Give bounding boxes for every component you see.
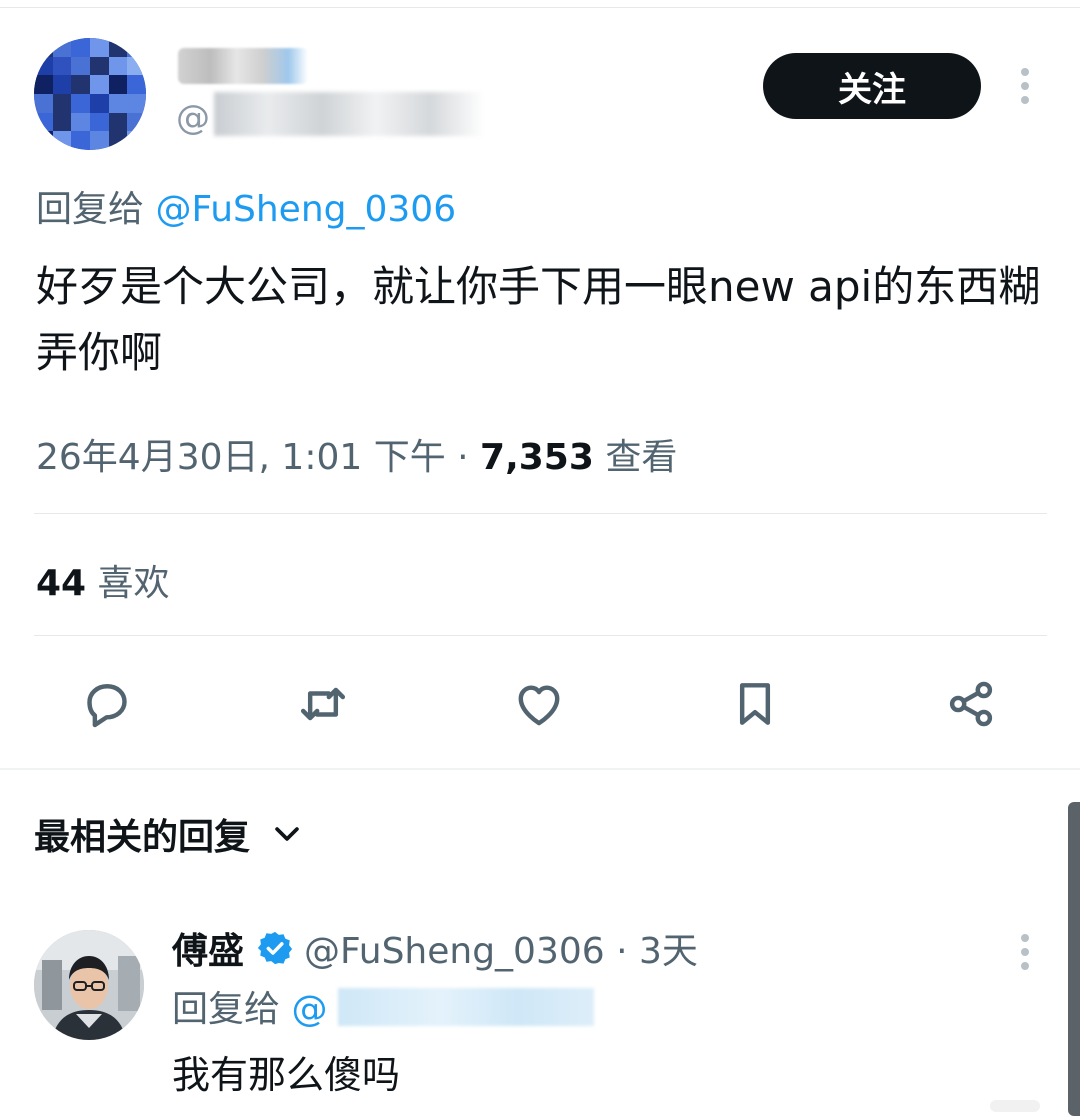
avatar-pixel: [52, 56, 72, 76]
avatar-pixel: [71, 112, 91, 132]
tweet-meta: 26年4月30日, 1:01 下午 · 7,353 查看: [36, 428, 677, 480]
avatar-pixel: [127, 75, 146, 95]
avatar-pixel: [90, 131, 109, 150]
replies-sort-label: 最相关的回复: [34, 817, 251, 858]
reply-icon: [87, 684, 127, 728]
views-label: 查看: [593, 437, 678, 478]
reply-replying-to-label: 回复给: [172, 989, 292, 1030]
bookmark-button[interactable]: [725, 674, 785, 734]
avatar-pixel: [108, 56, 128, 76]
scrollbar[interactable]: [1068, 802, 1080, 1116]
avatar-pixel: [34, 75, 53, 95]
avatar-pixel: [52, 75, 72, 95]
share-button[interactable]: [941, 674, 1001, 734]
avatar-pixel: [108, 38, 128, 57]
avatar-pixel: [34, 38, 53, 57]
avatar-pixel: [71, 38, 91, 57]
divider: [34, 513, 1047, 514]
avatar-pixel: [34, 131, 53, 150]
avatar-pixel: [90, 112, 109, 132]
author-handle-redacted: [214, 92, 484, 136]
like-button[interactable]: [509, 674, 569, 734]
reply-more-options-icon[interactable]: [1010, 932, 1040, 972]
author-avatar[interactable]: [34, 38, 146, 150]
retweet-button[interactable]: [293, 674, 353, 734]
chevron-down-icon: [275, 827, 299, 841]
reply-author-avatar[interactable]: [34, 930, 144, 1040]
likes-label: 喜欢: [86, 563, 170, 604]
reply-replying-to-at[interactable]: @: [291, 989, 327, 1030]
avatar-pixel: [108, 75, 128, 95]
reply-mention-redacted[interactable]: [338, 988, 594, 1026]
avatar-pixel: [34, 94, 53, 113]
more-options-icon[interactable]: [1010, 66, 1040, 106]
avatar-pixel: [90, 94, 109, 113]
avatar-pixel: [127, 94, 146, 113]
verified-badge-icon[interactable]: [256, 929, 294, 967]
tweet-timestamp[interactable]: 26年4月30日, 1:01 下午 ·: [36, 437, 480, 478]
avatar-pixel: [90, 38, 109, 57]
avatar-pixel: [71, 56, 91, 76]
reply-button[interactable]: [77, 674, 137, 734]
tweet-text: 好歹是个大公司，就让你手下用一眼new api的东西糊弄你啊: [36, 262, 1041, 377]
avatar-pixel: [127, 56, 146, 76]
top-divider: [0, 7, 1080, 8]
reply-replying-to: 回复给 @: [172, 980, 327, 1032]
avatar-pixel: [71, 94, 91, 113]
author-name-redacted[interactable]: [178, 48, 308, 84]
share-icon: [949, 681, 993, 727]
heart-icon: [518, 685, 560, 726]
avatar-pixel: [71, 75, 91, 95]
views-count: 7,353: [480, 437, 594, 478]
avatar-pixel: [90, 75, 109, 95]
avatar-pixel: [71, 131, 91, 150]
avatar-pixel: [108, 94, 128, 113]
avatar-pixel: [52, 38, 72, 57]
retweet-icon: [300, 687, 346, 721]
replying-to-label: 回复给: [36, 189, 156, 230]
avatar-pixel: [52, 112, 72, 132]
avatar-pixel: [52, 94, 72, 113]
avatar-pixel: [127, 112, 146, 132]
avatar-pixel: [34, 56, 53, 76]
avatar-pixel: [52, 131, 72, 150]
avatar-pixel: [108, 112, 128, 132]
watermark: [990, 1100, 1040, 1112]
divider: [34, 635, 1047, 636]
reply-handle-time[interactable]: @FuSheng_0306 · 3天: [304, 922, 698, 974]
replying-to-mention[interactable]: @FuSheng_0306: [155, 189, 456, 230]
reply-header: 傅盛 @FuSheng_0306 · 3天: [172, 922, 698, 974]
replies-sort-dropdown[interactable]: 最相关的回复: [34, 808, 304, 860]
avatar-pixel: [127, 38, 146, 57]
reply-author-name[interactable]: 傅盛: [172, 922, 244, 974]
bookmark-icon: [739, 683, 771, 725]
avatar-pixel: [108, 131, 128, 150]
avatar-pixel: [90, 56, 109, 76]
avatar-pixel: [127, 131, 146, 150]
reply-text: 我有那么傻吗: [172, 1053, 401, 1097]
likes-count: 44: [36, 563, 87, 604]
likes-stat[interactable]: 44 喜欢: [36, 554, 170, 606]
author-handle-at: @: [176, 98, 210, 138]
follow-button[interactable]: 关注: [763, 53, 981, 119]
section-separator: [0, 768, 1080, 770]
replying-to: 回复给 @FuSheng_0306: [36, 180, 456, 232]
avatar-pixel: [34, 112, 53, 132]
